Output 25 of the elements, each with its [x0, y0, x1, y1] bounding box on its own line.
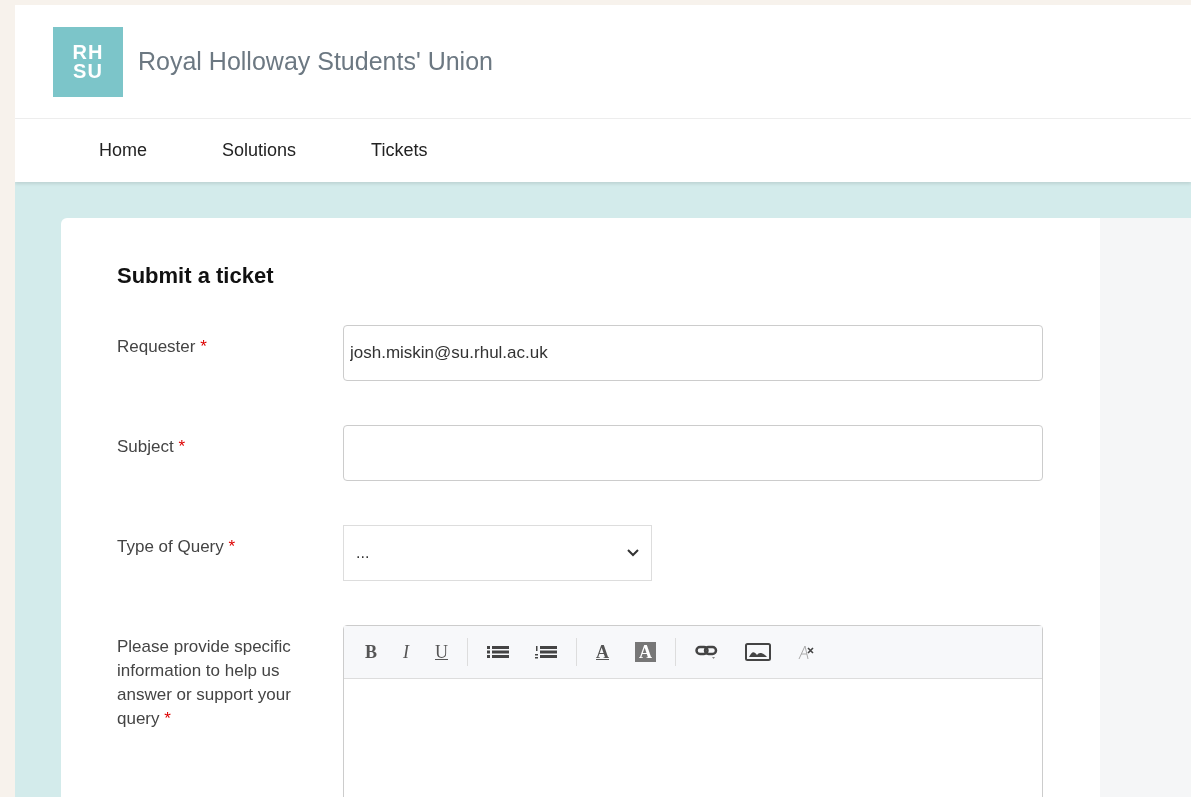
field-label: Type of Query *: [117, 536, 237, 558]
nav-link[interactable]: Tickets: [371, 140, 428, 161]
highlight-button[interactable]: A: [635, 642, 656, 662]
bullet-list-icon: [487, 645, 509, 659]
bold-button[interactable]: B: [352, 637, 390, 667]
nav-link[interactable]: Home: [99, 140, 147, 161]
logo: RH SU: [53, 26, 123, 97]
field-label: Subject *: [117, 436, 187, 458]
image-icon: [745, 643, 771, 661]
font-color-button[interactable]: A: [583, 637, 622, 667]
underline-button[interactable]: U: [422, 637, 461, 667]
chevron-down-icon: [627, 549, 639, 557]
form-title: Submit a ticket: [117, 263, 275, 289]
nav-link[interactable]: Solutions: [222, 140, 297, 161]
field-label: Requester *: [117, 336, 208, 358]
clear-format-icon: [797, 644, 815, 660]
text-field[interactable]: [343, 425, 1043, 481]
site-title: Royal Holloway Students' Union: [138, 47, 493, 76]
rich-text-editor[interactable]: B I U A A: [343, 625, 1043, 797]
numbered-list-icon: [535, 645, 557, 659]
italic-button[interactable]: I: [390, 637, 422, 667]
link-icon: [695, 644, 719, 660]
text-field[interactable]: josh.miskin@su.rhul.ac.uk: [343, 325, 1043, 381]
query-type-dropdown[interactable]: ...: [343, 525, 652, 581]
field-label: Please provide specific information to help us answer or support your query *: [117, 636, 292, 730]
